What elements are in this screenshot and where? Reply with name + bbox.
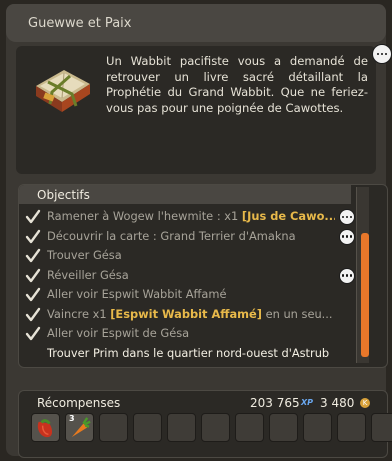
quest-title: Guewwe et Paix	[28, 16, 132, 31]
objectives-box: Objectifs Ramener à Wogew l'hewmite : x1…	[18, 184, 388, 368]
reward-item-slot[interactable]: 3	[65, 413, 94, 442]
objective-item-link[interactable]: [Jus de Cawo...	[242, 209, 335, 223]
xp-value: 203 765	[250, 396, 300, 410]
chat-bubble-icon[interactable]	[339, 267, 355, 284]
objectives-list: Ramener à Wogew l'hewmite : x1 [Jus de C…	[23, 207, 355, 364]
objective-row[interactable]: Ramener à Wogew l'hewmite : x1 [Jus de C…	[23, 207, 355, 227]
quest-panel: Guewwe et Paix Un Wabbit pacifiste vous …	[6, 4, 392, 458]
xp-icon: XP	[301, 398, 314, 407]
checkmark-icon	[25, 307, 41, 321]
objective-text: Trouver Gésa	[47, 248, 122, 262]
checkmark-icon	[25, 209, 41, 224]
empty-reward-slot[interactable]	[269, 413, 298, 442]
rewards-label: Récompenses	[37, 396, 121, 410]
chat-bubble-icon[interactable]	[339, 209, 355, 225]
objective-row[interactable]: Réveiller Gésa	[23, 266, 355, 286]
objective-text: Ramener à Wogew l'hewmite : x1 [Jus de C…	[47, 207, 335, 226]
quest-description: Un Wabbit pacifiste vous a demandé de re…	[106, 54, 368, 115]
objectives-header: Objectifs	[19, 185, 351, 204]
objective-row[interactable]: Découvrir la carte : Grand Terrier d'Ama…	[23, 227, 355, 247]
objective-row[interactable]: Vaincre x1 [Espwit Wabbit Affamé] en un …	[23, 305, 353, 325]
chat-bubble-icon[interactable]	[372, 44, 392, 64]
empty-reward-slot[interactable]	[167, 413, 196, 442]
red-pepper-icon	[32, 414, 59, 445]
objective-row[interactable]: Aller voir Espwit de Gésa	[23, 324, 353, 344]
quest-description-box: Un Wabbit pacifiste vous a demandé de re…	[16, 46, 376, 174]
objective-text: Trouver Prim dans le quartier nord-ouest…	[47, 345, 330, 360]
objectives-title: Objectifs	[37, 188, 90, 202]
checkmark-icon	[25, 287, 41, 302]
checkmark-icon	[25, 248, 41, 263]
kamas-value: 3 480	[320, 396, 355, 410]
objective-row[interactable]: Trouver Gésa	[23, 246, 353, 266]
objective-item-link[interactable]: [Espwit Wabbit Affamé]	[110, 307, 262, 321]
reward-item-slot[interactable]	[31, 413, 60, 442]
empty-reward-slot[interactable]	[99, 413, 128, 442]
empty-reward-slot[interactable]	[133, 413, 162, 442]
objective-text: Aller voir Espwit Wabbit Affamé	[47, 287, 227, 301]
objective-text: Aller voir Espwit de Gésa	[47, 326, 190, 340]
empty-reward-slot[interactable]	[235, 413, 264, 442]
checkmark-icon	[25, 326, 41, 341]
chat-bubble-icon[interactable]	[339, 228, 355, 245]
reward-quantity: 3	[69, 414, 75, 423]
book-icon	[36, 70, 90, 112]
checkmark-icon	[25, 268, 41, 282]
objective-text: Découvrir la carte : Grand Terrier d'Ama…	[47, 228, 296, 243]
kama-icon: K	[360, 398, 370, 408]
empty-reward-slot[interactable]	[201, 413, 230, 442]
objective-text: Réveiller Gésa	[47, 267, 129, 282]
objective-text: Vaincre x1 [Espwit Wabbit Affamé] en un …	[47, 306, 333, 321]
empty-reward-slot[interactable]	[337, 413, 366, 442]
empty-reward-slot[interactable]	[303, 413, 332, 442]
scrollbar-thumb[interactable]	[361, 233, 369, 357]
rewards-box: Récompenses 203 765 XP 3 480 K 3	[18, 390, 392, 458]
objective-row[interactable]: Aller voir Espwit Wabbit Affamé	[23, 285, 353, 305]
empty-reward-slot[interactable]	[371, 413, 392, 442]
checkmark-icon	[25, 229, 41, 243]
objective-row[interactable]: Trouver Prim dans le quartier nord-ouest…	[23, 344, 353, 364]
title-bar: Guewwe et Paix	[6, 4, 386, 42]
